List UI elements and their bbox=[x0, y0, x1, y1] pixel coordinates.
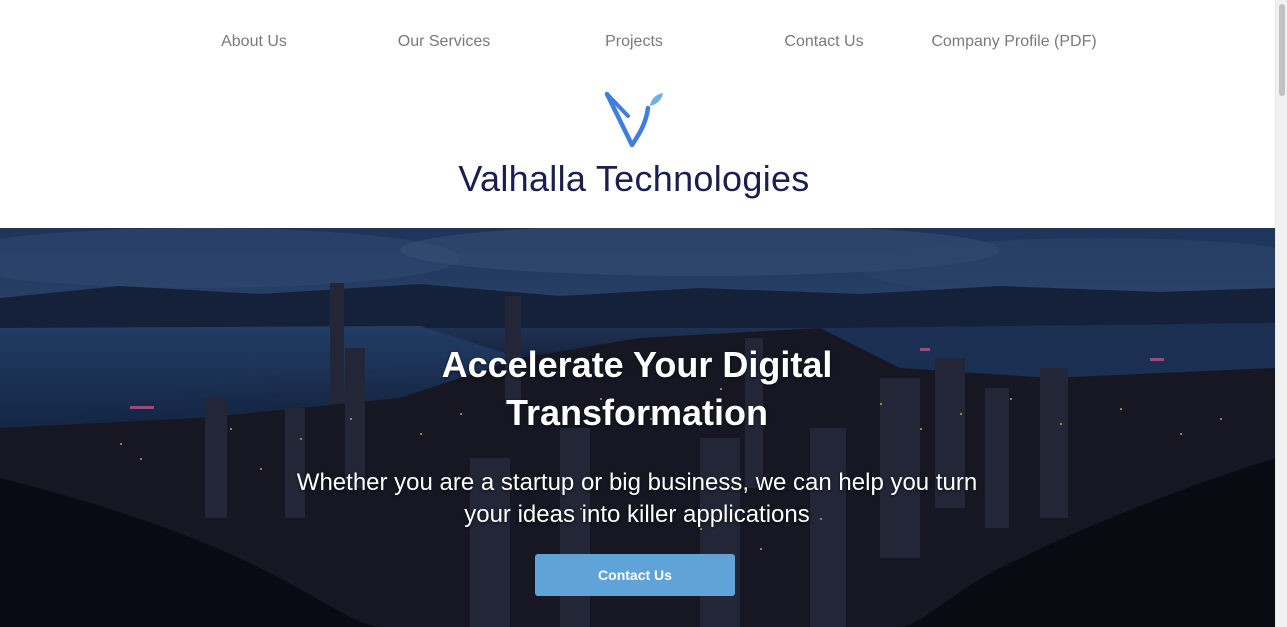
site-header: About Us Our Services Projects Contact U… bbox=[0, 0, 1275, 228]
nav-our-services[interactable]: Our Services bbox=[349, 31, 539, 53]
valhalla-v-logo-icon[interactable] bbox=[602, 90, 666, 150]
brand-name[interactable]: Valhalla Technologies bbox=[0, 156, 1268, 202]
contact-us-button[interactable]: Contact Us bbox=[535, 554, 735, 596]
nav-about-us[interactable]: About Us bbox=[159, 31, 349, 53]
hero-subtitle: Whether you are a startup or big busines… bbox=[296, 469, 978, 528]
nav-contact-us[interactable]: Contact Us bbox=[729, 31, 919, 53]
main-nav: About Us Our Services Projects Contact U… bbox=[0, 31, 1275, 55]
vertical-scrollbar[interactable] bbox=[1275, 0, 1287, 627]
nav-projects[interactable]: Projects bbox=[539, 31, 729, 53]
scrollbar-thumb[interactable] bbox=[1279, 4, 1285, 96]
nav-company-profile-pdf[interactable]: Company Profile (PDF) bbox=[919, 31, 1109, 53]
hero-section: Accelerate Your Digital Transformation W… bbox=[0, 228, 1275, 627]
hero-title: Accelerate Your Digital Transformation bbox=[441, 344, 833, 433]
page: About Us Our Services Projects Contact U… bbox=[0, 0, 1287, 627]
